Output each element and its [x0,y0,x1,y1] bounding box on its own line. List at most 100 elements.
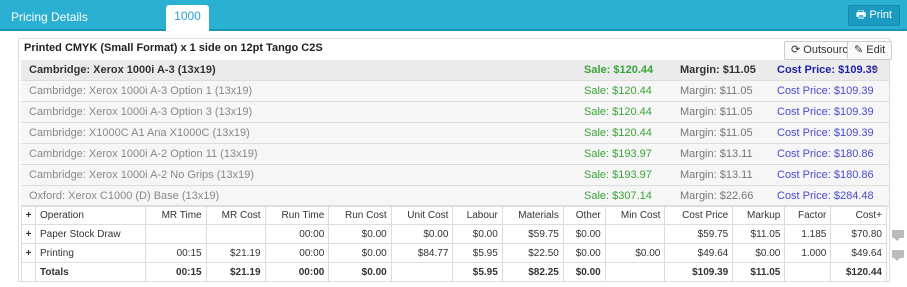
table-cell: $0.00 [562,243,606,263]
device-row[interactable]: Cambridge: X1000C A1 Ana X1000C (13x19) … [21,123,889,144]
device-cost-price: Cost Price: $109.39 [777,64,878,76]
device-name: Cambridge: Xerox 1000i A-3 (13x19) [29,64,216,76]
outsource-icon: ⟳ [791,44,801,56]
printer-icon: 🖶 [855,9,867,21]
device-name: Cambridge: X1000C A1 Ana X1000C (13x19) [29,127,250,139]
table-cell: 1.185 [784,224,832,244]
edit-button[interactable]: ✎ Edit [847,41,893,60]
expand-all-icon[interactable]: + [21,205,36,225]
expand-row-icon[interactable]: + [21,224,36,244]
totals-label: Totals [34,262,147,282]
column-header: Operation [34,205,147,225]
table-cell: 00:00 [264,262,330,282]
comment-icon[interactable] [892,250,904,261]
device-sale: Sale: $120.44 [584,106,652,118]
table-cell [205,224,266,244]
table-row: + Paper Stock Draw 00:00 $0.00 $0.00 $0.… [21,224,887,244]
column-header: MR Time [145,205,207,225]
table-cell: $11.05 [732,224,786,244]
column-header: Unit Cost [390,205,454,225]
device-name: Cambridge: Xerox 1000i A-2 No Grips (13x… [29,169,254,181]
table-cell: $5.95 [452,262,503,282]
table-cell: $0.00 [390,224,454,244]
table-cell: $84.77 [390,243,454,263]
column-header: Cost Price [664,205,734,225]
product-description: Printed CMYK (Small Format) x 1 side on … [24,42,323,54]
table-cell [784,262,832,282]
device-margin: Margin: $11.05 [680,106,753,118]
table-cell: $109.39 [664,262,734,282]
chevron-down-icon[interactable]: ▼ [872,60,880,80]
device-name: Cambridge: Xerox 1000i A-3 Option 3 (13x… [29,106,253,118]
device-cost-price: Cost Price: $109.39 [777,85,874,97]
column-header: Materials [501,205,564,225]
operations-table: + Operation MR Time MR Cost Run Time Run… [21,205,887,282]
table-cell: $21.19 [205,262,266,282]
table-cell: $0.00 [452,224,503,244]
column-header: Run Time [264,205,330,225]
device-sale: Sale: $120.44 [584,127,652,139]
device-row[interactable]: Cambridge: Xerox 1000i A-2 No Grips (13x… [21,165,889,186]
device-sale: Sale: $120.44 [584,85,652,97]
totals-row: Totals 00:15 $21.19 00:00 $0.00 $5.95 $8… [21,262,887,282]
device-margin: Margin: $11.05 [680,127,753,139]
table-cell: $22.50 [501,243,564,263]
device-sale: Sale: $307.14 [584,190,652,202]
table-cell [145,224,207,244]
device-row-selected[interactable]: Cambridge: Xerox 1000i A-3 (13x19) Sale:… [21,60,889,81]
table-cell: $0.00 [328,243,392,263]
table-cell: $0.00 [328,224,392,244]
table-cell: $82.25 [501,262,564,282]
table-cell: $59.75 [501,224,564,244]
device-row[interactable]: Cambridge: Xerox 1000i A-2 Option 11 (13… [21,144,889,165]
device-row[interactable]: Oxford: Xerox C1000 (D) Base (13x19) Sal… [21,186,889,207]
table-cell: $0.00 [732,243,786,263]
table-cell: $70.80 [830,224,887,244]
expand-row-icon[interactable]: + [21,243,36,263]
device-row[interactable]: Cambridge: Xerox 1000i A-3 Option 1 (13x… [21,81,889,102]
device-sale: Sale: $193.97 [584,169,652,181]
device-sale: Sale: $193.97 [584,148,652,160]
table-header-row: + Operation MR Time MR Cost Run Time Run… [21,205,887,225]
device-cost-price: Cost Price: $180.86 [777,148,874,160]
device-cost-price: Cost Price: $109.39 [777,106,874,118]
print-button[interactable]: 🖶 Print [847,5,900,26]
device-sale: Sale: $120.44 [584,64,654,76]
column-header: Factor [784,205,832,225]
table-cell: $21.19 [205,243,266,263]
device-row[interactable]: Cambridge: Xerox 1000i A-3 Option 3 (13x… [21,102,889,123]
device-cost-price: Cost Price: $109.39 [777,127,874,139]
column-header: Min Cost [604,205,666,225]
device-margin: Margin: $13.11 [680,169,753,181]
comment-icon[interactable] [892,230,904,241]
table-row: + Printing 00:15 $21.19 00:00 $0.00 $84.… [21,243,887,263]
column-header: MR Cost [205,205,266,225]
device-margin: Margin: $11.05 [680,64,756,76]
operation-name: Printing [34,243,147,263]
table-cell [390,262,454,282]
edit-icon: ✎ [854,44,864,56]
table-cell: 00:15 [145,243,207,263]
tab-quantity-1000[interactable]: 1000 [166,5,209,31]
table-cell: $49.64 [830,243,887,263]
table-cell [604,224,666,244]
device-name: Cambridge: Xerox 1000i A-3 Option 1 (13x… [29,85,253,97]
table-cell: $5.95 [452,243,503,263]
table-cell: $49.64 [664,243,734,263]
table-cell: $0.00 [562,224,606,244]
table-cell: $0.00 [562,262,606,282]
print-label: Print [869,9,892,21]
device-margin: Margin: $11.05 [680,85,753,97]
device-cost-price: Cost Price: $180.86 [777,169,874,181]
table-cell [21,262,36,282]
table-cell: $0.00 [604,243,666,263]
device-name: Cambridge: Xerox 1000i A-2 Option 11 (13… [29,148,258,160]
table-cell: 00:00 [264,224,330,244]
table-cell [604,262,666,282]
device-margin: Margin: $13.11 [680,148,753,160]
device-cost-price: Cost Price: $284.48 [777,190,874,202]
device-name: Oxford: Xerox C1000 (D) Base (13x19) [29,190,220,202]
operation-name: Paper Stock Draw [34,224,147,244]
column-header: Other [562,205,606,225]
column-header: Run Cost [328,205,392,225]
